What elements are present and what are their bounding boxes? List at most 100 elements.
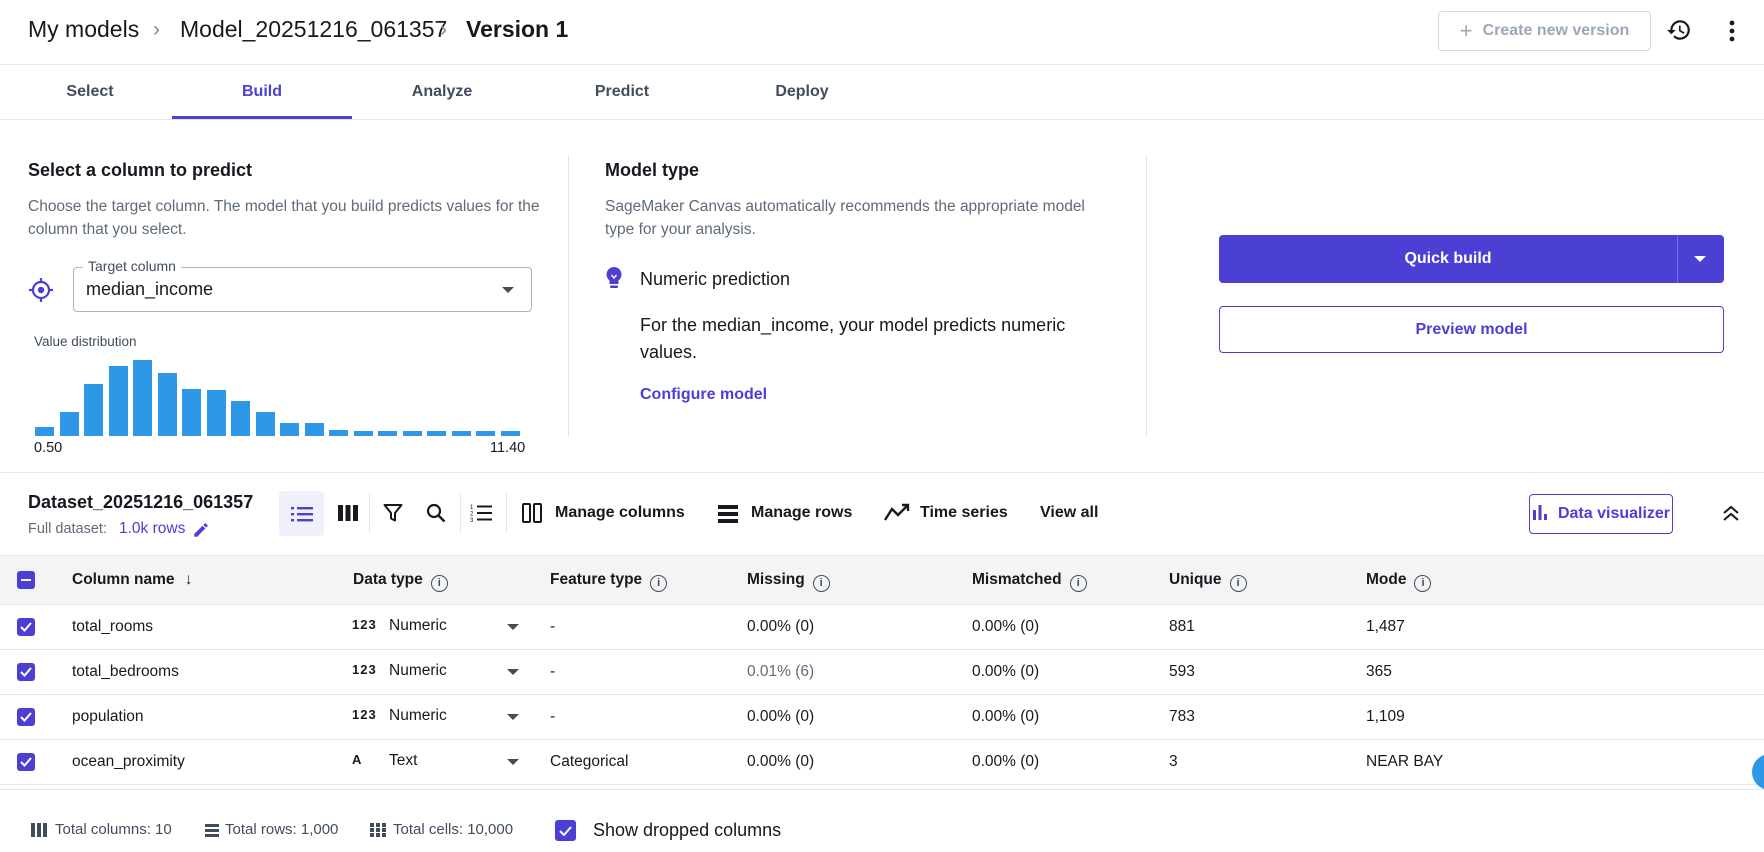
row-checkbox[interactable] <box>17 663 35 681</box>
svg-text:1: 1 <box>470 505 474 511</box>
toolbar-divider <box>506 493 507 533</box>
collapse-icon[interactable] <box>1722 504 1740 529</box>
data-type-dropdown-icon[interactable] <box>507 624 519 630</box>
header-mode-label: Mode <box>1366 571 1407 588</box>
info-icon[interactable]: i <box>1414 575 1432 592</box>
info-icon[interactable]: i <box>812 575 830 592</box>
data-type-cell[interactable]: Text <box>389 752 417 770</box>
data-visualizer-button[interactable]: Data visualizer <box>1529 494 1673 534</box>
column-name-cell: total_bedrooms <box>72 663 179 680</box>
show-dropped-checkbox[interactable] <box>555 820 576 841</box>
row-checkbox[interactable] <box>17 708 35 726</box>
table-header <box>0 555 1764 605</box>
header-data-type-label: Data type <box>353 571 423 588</box>
mismatched-cell: 0.00% (0) <box>972 618 1040 635</box>
data-type-dropdown-icon[interactable] <box>507 759 519 765</box>
header-column-name-label: Column name <box>72 571 175 588</box>
histogram-bar <box>35 427 54 436</box>
mismatched-cell: 0.00% (0) <box>972 708 1040 725</box>
histogram-bar <box>353 431 373 436</box>
row-checkbox[interactable] <box>17 753 35 771</box>
preview-model-button[interactable]: Preview model <box>1219 306 1724 353</box>
table-row <box>0 740 1764 785</box>
feature-type-cell: Categorical <box>550 753 629 770</box>
columns-count-icon <box>31 823 47 842</box>
histogram-bar <box>133 360 152 436</box>
pencil-icon[interactable] <box>192 521 210 544</box>
list-view-icon[interactable] <box>279 491 324 536</box>
target-column-value: median_income <box>86 279 214 299</box>
header-feature-type: Feature type i <box>550 571 668 592</box>
info-icon[interactable]: i <box>1069 575 1087 592</box>
tab-select[interactable]: Select <box>0 64 180 119</box>
plus-icon: + <box>1459 18 1473 43</box>
manage-rows-button[interactable]: Manage rows <box>751 504 852 522</box>
header-mismatched: Mismatched i <box>972 571 1087 592</box>
more-vertical-icon[interactable] <box>1722 19 1742 48</box>
data-type-icon: 123 <box>352 617 377 632</box>
toolbar-divider <box>460 493 461 533</box>
mode-cell: NEAR BAY <box>1366 753 1444 770</box>
data-type-icon: 123 <box>352 707 377 722</box>
split-divider <box>1677 235 1678 283</box>
row-checkbox[interactable] <box>17 618 35 636</box>
missing-cell: 0.00% (0) <box>747 618 815 635</box>
table-row <box>0 695 1764 740</box>
create-new-version-button[interactable]: + Create new version <box>1438 11 1651 51</box>
numbered-list-icon[interactable]: 123 <box>463 494 499 532</box>
time-series-button[interactable]: Time series <box>920 504 1008 522</box>
search-icon[interactable] <box>418 494 454 532</box>
show-dropped-label: Show dropped columns <box>593 820 782 840</box>
chevron-right-icon: › <box>440 18 447 41</box>
model-type-description: SageMaker Canvas automatically recommend… <box>605 198 1085 238</box>
column-name-cell: population <box>72 708 144 725</box>
tab-analyze[interactable]: Analyze <box>352 64 532 119</box>
cells-count-icon <box>370 823 386 842</box>
breadcrumb-my-models[interactable]: My models <box>28 16 139 43</box>
feature-type-cell: - <box>550 618 556 635</box>
toolbar-divider <box>369 493 370 533</box>
history-icon[interactable] <box>1666 17 1692 48</box>
column-name-cell: total_rooms <box>72 618 153 635</box>
select-all-checkbox[interactable] <box>17 571 35 589</box>
data-type-dropdown-icon[interactable] <box>507 714 519 720</box>
info-icon[interactable]: i <box>1229 575 1247 592</box>
view-all-button[interactable]: View all <box>1040 504 1098 522</box>
rows-icon <box>718 504 738 529</box>
full-dataset-label: Full dataset: <box>28 521 107 537</box>
mode-cell: 365 <box>1366 663 1392 680</box>
header-column-name[interactable]: Column name ↓ <box>72 571 193 589</box>
grid-view-icon[interactable] <box>330 494 366 532</box>
data-type-dropdown-icon[interactable] <box>507 669 519 675</box>
info-icon[interactable]: i <box>650 575 668 592</box>
breadcrumb-model[interactable]: Model_20251216_061357 <box>180 16 447 43</box>
tab-deploy[interactable]: Deploy <box>712 64 892 119</box>
header-unique-label: Unique <box>1169 571 1222 588</box>
filter-icon[interactable] <box>375 494 411 532</box>
missing-cell: 0.00% (0) <box>747 753 815 770</box>
missing-cell: 0.01% (6) <box>747 663 815 680</box>
configure-model-link[interactable]: Configure model <box>640 386 767 404</box>
column-name-cell: ocean_proximity <box>72 753 185 770</box>
header-mode: Mode i <box>1366 571 1432 592</box>
mismatched-cell: 0.00% (0) <box>972 753 1040 770</box>
tab-predict[interactable]: Predict <box>532 64 712 119</box>
rows-count-icon <box>205 824 219 842</box>
rows-link[interactable]: 1.0k rows <box>119 520 185 538</box>
data-type-cell[interactable]: Numeric <box>389 617 447 635</box>
info-icon[interactable]: i <box>430 575 448 592</box>
bar-chart-icon <box>1532 504 1548 525</box>
data-type-cell[interactable]: Numeric <box>389 662 447 680</box>
histogram-bar <box>206 390 226 436</box>
quick-build-button[interactable]: Quick build <box>1219 235 1724 283</box>
dataset-name: Dataset_20251216_061357 <box>28 492 254 512</box>
unique-cell: 593 <box>1169 663 1195 680</box>
breadcrumb-version: Version 1 <box>466 16 569 42</box>
manage-columns-button[interactable]: Manage columns <box>555 504 685 522</box>
tab-build[interactable]: Build <box>172 64 352 119</box>
section-divider <box>568 155 569 437</box>
tabs-divider <box>0 119 1764 120</box>
svg-text:2: 2 <box>470 512 474 518</box>
data-type-cell[interactable]: Numeric <box>389 707 447 725</box>
build-options-caret-icon[interactable] <box>1694 256 1706 262</box>
